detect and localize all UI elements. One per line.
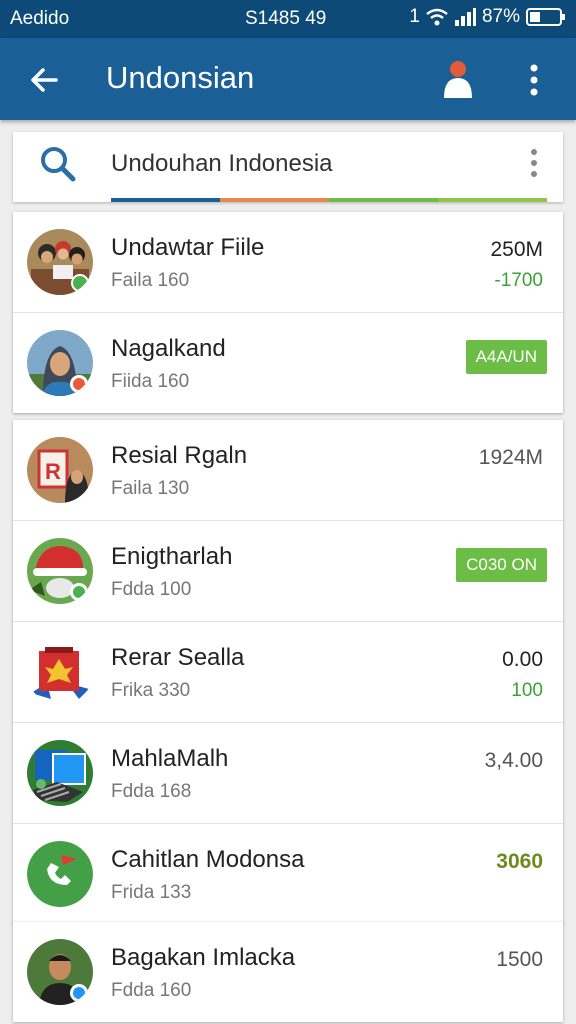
item-subtitle: Fdda 160 <box>111 980 192 1001</box>
progress-segment <box>220 198 329 202</box>
item-subtitle: Fiida 160 <box>111 371 190 392</box>
search-icon[interactable] <box>39 145 77 183</box>
item-size: 0.00 <box>502 648 543 671</box>
item-size: 1500 <box>496 948 543 971</box>
list-item[interactable]: Undawtar Fiile Faila 160 250M -1700 <box>13 212 563 313</box>
wifi-icon <box>426 8 448 26</box>
file-group-card: Bagakan Imlacka Fdda 160 1500 <box>13 922 563 1022</box>
signal-icon <box>454 8 476 26</box>
list-item[interactable]: Rerar Sealla Frika 330 0.00 100 <box>13 622 563 723</box>
item-change: 100 <box>511 680 543 701</box>
woman-hijab-photo-icon <box>27 330 93 396</box>
battery-percent: 87% <box>481 6 520 27</box>
item-title: Cahitlan Modonsa <box>111 846 305 873</box>
svg-text:R: R <box>45 459 61 484</box>
item-title: Rerar Sealla <box>111 644 245 671</box>
progress-segment <box>329 198 438 202</box>
status-bar: Aedido S1485 49 1 87% <box>0 0 576 38</box>
status-time: S1485 49 <box>245 8 327 29</box>
item-subtitle: Frika 330 <box>111 680 191 701</box>
photo-gallery-icon <box>27 740 93 806</box>
list-item[interactable]: R Resial Rgaln Faila 130 1924M <box>13 420 563 521</box>
more-vertical-icon[interactable] <box>522 62 546 98</box>
item-size: 1924M <box>478 446 543 469</box>
list-item[interactable]: Enigtharlah Fdda 100 C030 ON <box>13 521 563 622</box>
item-change: -1700 <box>494 270 543 291</box>
item-subtitle: Faila 160 <box>111 270 190 291</box>
status-carrier: Aedido <box>10 8 70 29</box>
download-button[interactable]: C030 ON <box>456 548 547 582</box>
item-subtitle: Fdda 168 <box>111 781 192 802</box>
item-size: 3060 <box>496 850 543 873</box>
item-subtitle: Frida 133 <box>111 882 192 903</box>
list-item[interactable]: Bagakan Imlacka Fdda 160 1500 <box>13 922 563 1022</box>
item-title: Bagakan Imlacka <box>111 944 296 971</box>
file-group-card: R Resial Rgaln Faila 130 1924M Enigtharl… <box>13 420 563 924</box>
red-hat-icon <box>27 538 93 604</box>
search-bar[interactable]: Undouhan Indonesia <box>13 132 563 202</box>
list-item[interactable]: MahlaMalh Fdda 168 3,4.00 <box>13 723 563 824</box>
item-subtitle: Faila 130 <box>111 478 190 499</box>
status-signal-label: 1 <box>409 6 420 27</box>
list-item[interactable]: Nagalkand Fiida 160 A4A/UN <box>13 313 563 413</box>
profile-icon[interactable] <box>437 58 479 100</box>
item-title: Enigtharlah <box>111 543 233 570</box>
search-progress-bar <box>111 198 547 202</box>
app-bar: Undonsian <box>0 38 576 120</box>
item-size: 250M <box>490 238 543 261</box>
page-title: Undonsian <box>106 60 255 95</box>
battery-icon <box>526 8 565 26</box>
download-button[interactable]: A4A/UN <box>465 340 547 374</box>
item-subtitle: Fdda 100 <box>111 579 192 600</box>
progress-segment <box>438 198 547 202</box>
search-input[interactable]: Undouhan Indonesia <box>111 150 333 178</box>
list-item[interactable]: Cahitlan Modonsa Frida 133 3060 <box>13 824 563 924</box>
family-photo-icon <box>27 229 93 295</box>
item-title: Undawtar Fiile <box>111 234 265 261</box>
search-options-icon[interactable] <box>529 148 539 178</box>
file-group-card: Undawtar Fiile Faila 160 250M -1700 Naga… <box>13 212 563 413</box>
green-phone-icon <box>27 841 93 907</box>
document-r-icon: R <box>27 437 93 503</box>
man-portrait-icon <box>27 939 93 1005</box>
item-title: MahlaMalh <box>111 745 229 772</box>
status-icons: 1 87% <box>409 6 566 28</box>
item-size: 3,4.00 <box>484 749 543 772</box>
progress-segment <box>111 198 220 202</box>
item-title: Resial Rgaln <box>111 442 248 469</box>
garuda-flag-icon <box>27 639 93 705</box>
item-title: Nagalkand <box>111 335 226 362</box>
back-arrow-icon[interactable] <box>24 60 64 100</box>
